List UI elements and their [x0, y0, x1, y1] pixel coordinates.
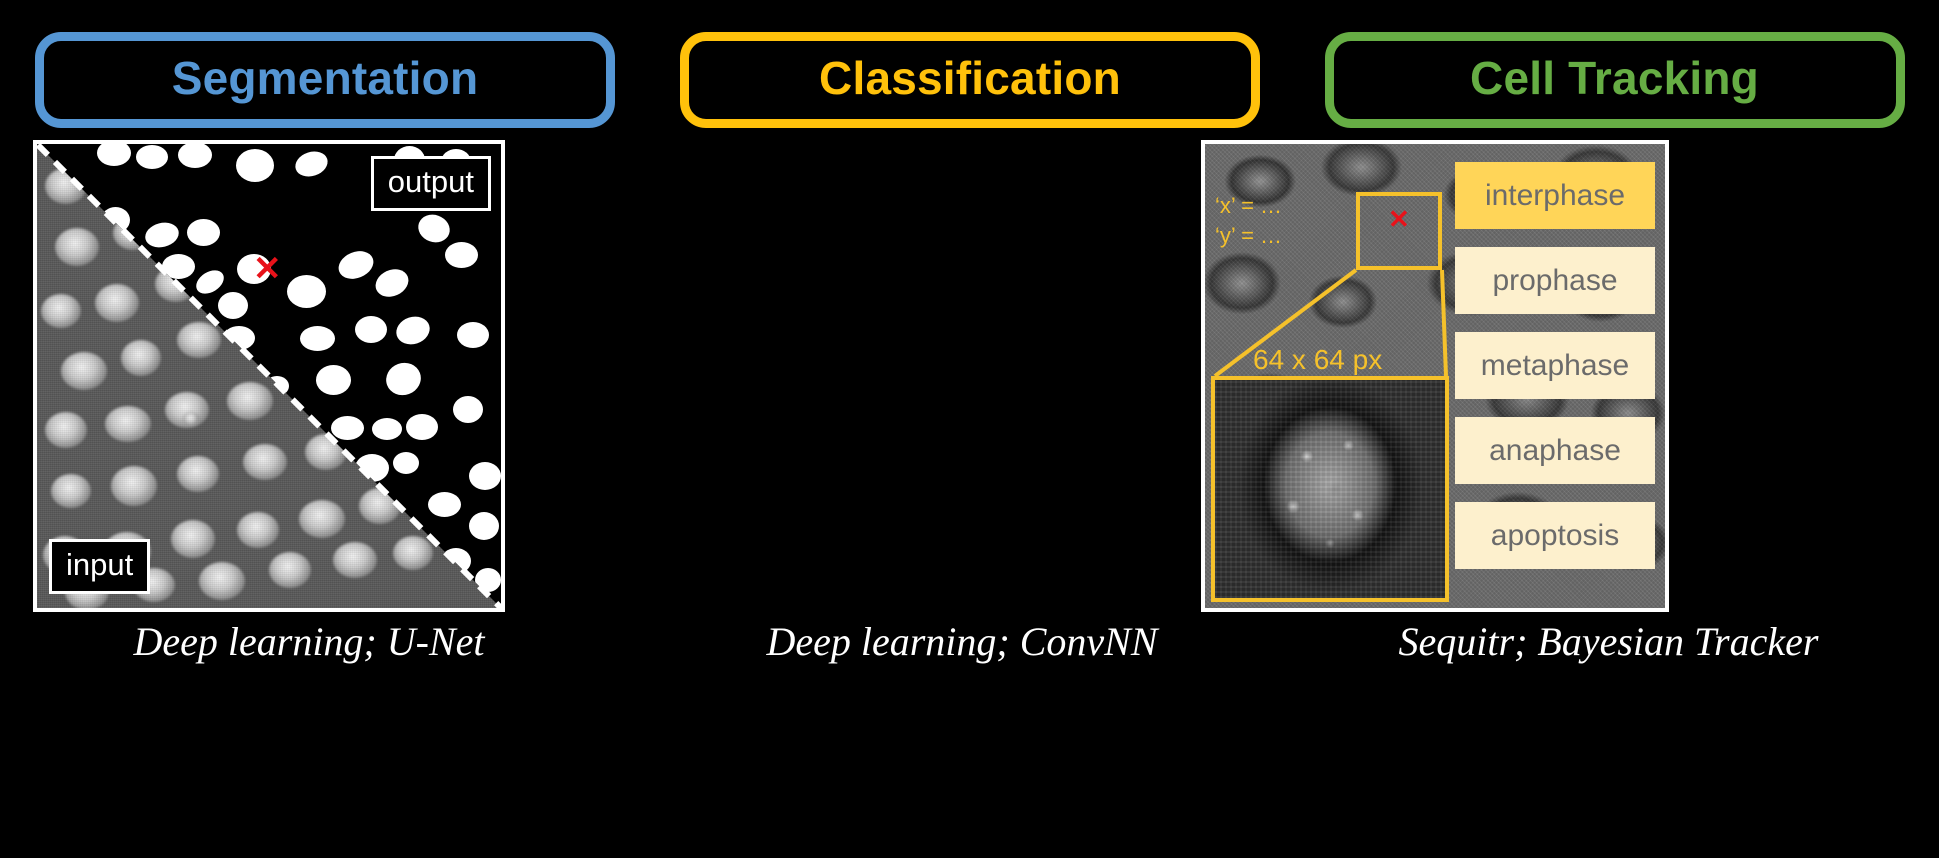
- segmentation-cell-marker-icon: ✕: [253, 250, 282, 288]
- panel-header-cell-tracking: Cell Tracking: [1324, 32, 1905, 128]
- roi-x-annotation: ‘x’ = …: [1215, 193, 1283, 218]
- output-label: output: [370, 156, 491, 211]
- panel-title-segmentation: Segmentation: [171, 52, 479, 104]
- roi-y-annotation: ‘y’ = …: [1215, 223, 1283, 248]
- panel-title-classification: Classification: [819, 52, 1121, 104]
- segmentation-image: ✕ output input: [33, 140, 505, 612]
- panel-cell-tracking: Cell Tracking Sequitr; Bayesian Tracker: [1290, 0, 1939, 858]
- caption-segmentation: Deep learning; U-Net: [133, 619, 485, 664]
- figure-root: Segmentation ✕ output input Deep learnin…: [0, 0, 1939, 858]
- caption-classification: Deep learning; ConvNN: [766, 619, 1158, 664]
- panel-header-classification: Classification: [680, 32, 1260, 128]
- panel-segmentation: Segmentation ✕ output input Deep learnin…: [0, 0, 650, 858]
- segmentation-composite: ✕ output input: [37, 144, 501, 608]
- panel-classification: Classification ✕ ‘x’ = … ‘y’ = … 64 x 64…: [650, 0, 1669, 858]
- input-label: input: [49, 539, 151, 594]
- panel-header-segmentation: Segmentation: [35, 32, 615, 128]
- panel-title-cell-tracking: Cell Tracking: [1470, 52, 1759, 104]
- caption-cell-tracking: Sequitr; Bayesian Tracker: [1398, 619, 1819, 664]
